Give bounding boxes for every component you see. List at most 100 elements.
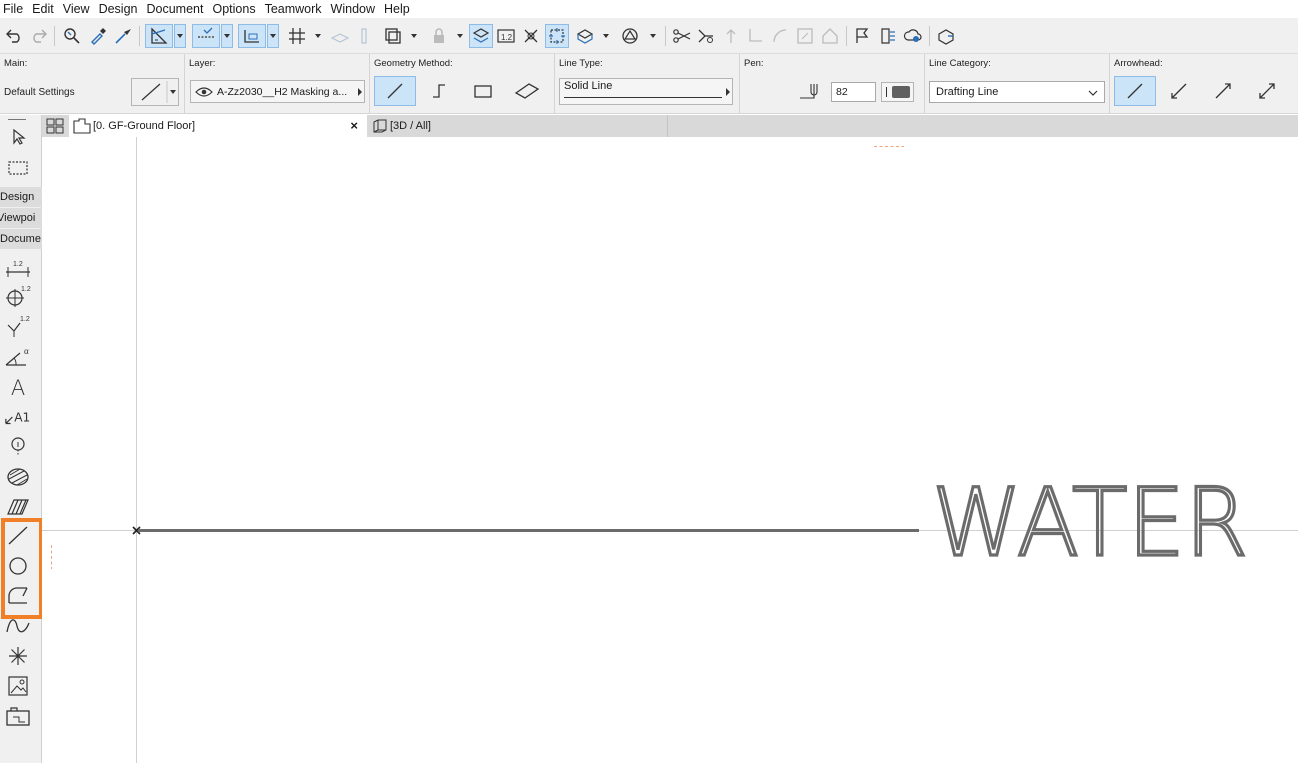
close-tab-icon[interactable]: × (350, 118, 358, 133)
arrowhead-none-button[interactable] (1114, 76, 1156, 106)
menu-file[interactable]: File (0, 0, 27, 18)
bimcloud-button[interactable] (901, 24, 925, 48)
fill-tool[interactable] (4, 464, 32, 490)
menu-help[interactable]: Help (380, 0, 414, 18)
marquee-tool[interactable] (4, 155, 32, 181)
svg-text:1.2: 1.2 (501, 33, 513, 42)
marquee-button[interactable] (545, 24, 569, 48)
water-drawing-text[interactable]: WATER (930, 467, 1249, 579)
issues-button[interactable] (850, 24, 874, 48)
shaded-mode-button[interactable] (618, 24, 642, 48)
grid-view-icon (46, 118, 64, 134)
guide-lines-dropdown[interactable] (174, 24, 186, 48)
hatch-tool[interactable] (4, 493, 32, 519)
menu-teamwork[interactable]: Teamwork (261, 0, 326, 18)
lock-icon (434, 28, 444, 43)
marker-tool[interactable] (4, 433, 32, 459)
trace-icon (385, 28, 401, 44)
layer-selector[interactable]: A-Zz2030__H2 Masking a... (190, 80, 365, 103)
redo-button[interactable] (27, 24, 51, 48)
pen-color-swatch[interactable] (881, 82, 914, 102)
level-dimension-tool[interactable]: 1.2 (4, 312, 32, 338)
fillet-button[interactable] (743, 24, 767, 48)
geometry-rotated-rectangle-button[interactable] (506, 76, 548, 106)
navigator-button[interactable] (42, 115, 68, 137)
relative-construction-button[interactable] (238, 24, 266, 48)
grid-snap-button[interactable] (285, 24, 309, 48)
line-type-selector[interactable]: Solid Line (559, 78, 733, 105)
change-ref-button[interactable] (793, 24, 817, 48)
orbit-button[interactable] (519, 24, 543, 48)
dimension-tool[interactable]: 1.2 (4, 255, 32, 281)
arrowhead-start-button[interactable] (1158, 76, 1200, 106)
house-icon (822, 28, 838, 44)
shaded-mode-dropdown[interactable] (647, 24, 659, 48)
view-3d-mode-button[interactable] (573, 24, 597, 48)
geometry-rectangle-button[interactable] (462, 76, 504, 106)
view-3d-mode-dropdown[interactable] (600, 24, 612, 48)
grid-snap-dropdown[interactable] (312, 24, 324, 48)
layers-icon (472, 28, 490, 43)
geometry-single-line-button[interactable] (374, 76, 416, 106)
lock-button[interactable] (427, 24, 451, 48)
radial-dimension-tool[interactable]: 1.2 (4, 283, 32, 309)
pen-number-field[interactable]: 82 (831, 82, 876, 102)
guide-lines-button[interactable] (145, 24, 173, 48)
syringe-button[interactable] (111, 24, 135, 48)
eyedropper-button[interactable] (86, 24, 110, 48)
find-select-icon (64, 28, 80, 44)
roof-button[interactable] (818, 24, 842, 48)
snap-guides-button[interactable] (192, 24, 220, 48)
text-tool[interactable]: A (4, 375, 32, 401)
default-settings-label[interactable]: Default Settings (4, 87, 75, 98)
dimension-icon: 1.2 (6, 261, 30, 277)
geometry-chained-line-button[interactable] (418, 76, 460, 106)
snap-guides-dropdown[interactable] (221, 24, 233, 48)
auto-group-button[interactable] (352, 24, 376, 48)
menu-options[interactable]: Options (208, 0, 259, 18)
lock-dropdown[interactable] (454, 24, 466, 48)
toolbox-group-viewpoint[interactable]: Viewpoi (0, 208, 42, 228)
menu-window[interactable]: Window (327, 0, 379, 18)
trace-button[interactable] (381, 24, 405, 48)
undo-button[interactable] (2, 24, 26, 48)
arrow-tool[interactable] (4, 124, 32, 150)
hotspot-tool[interactable] (4, 643, 32, 669)
offset-button[interactable] (768, 24, 792, 48)
label-tool[interactable]: A1 (4, 404, 32, 430)
layout-book-button[interactable] (876, 24, 900, 48)
chained-line-icon (433, 84, 445, 98)
arrowhead-end-button[interactable] (1202, 76, 1244, 106)
drawing-tool[interactable] (4, 703, 32, 729)
relative-construction-dropdown[interactable] (267, 24, 279, 48)
toolbox-group-document[interactable]: Docume (0, 229, 42, 249)
coordinate-grid-icon (244, 30, 259, 43)
menu-design[interactable]: Design (95, 0, 142, 18)
chevron-down-icon (1088, 90, 1098, 96)
floor-plan-canvas[interactable]: WATER (42, 137, 1298, 763)
menu-view[interactable]: View (59, 0, 94, 18)
adjust-button[interactable] (694, 24, 718, 48)
tool-highlight-box (1, 518, 43, 619)
toolbar-separator (54, 26, 55, 46)
menu-edit[interactable]: Edit (28, 0, 58, 18)
toolbox-group-design[interactable]: Design (0, 187, 42, 207)
line-category-select[interactable]: Drafting Line (929, 81, 1105, 103)
menu-document[interactable]: Document (143, 0, 208, 18)
snap-guides-icon (198, 27, 214, 38)
find-select-button[interactable] (60, 24, 84, 48)
figure-tool[interactable] (4, 673, 32, 699)
tab-floor-plan[interactable]: [0. GF-Ground Floor] × (69, 115, 367, 137)
toolbar-separator (139, 26, 140, 46)
arrowhead-both-button[interactable] (1246, 76, 1288, 106)
suspend-groups-button[interactable] (328, 24, 352, 48)
trace-dropdown[interactable] (408, 24, 420, 48)
angle-dimension-tool[interactable]: α (4, 344, 32, 370)
publish-button[interactable] (934, 24, 958, 48)
tab-3d-view[interactable]: [3D / All] (368, 115, 668, 137)
intersect-button[interactable] (719, 24, 743, 48)
split-button[interactable] (670, 24, 694, 48)
tool-settings-button[interactable] (131, 78, 179, 106)
measure-button[interactable]: 1.2 (494, 24, 518, 48)
ghost-story-button[interactable] (469, 24, 493, 48)
